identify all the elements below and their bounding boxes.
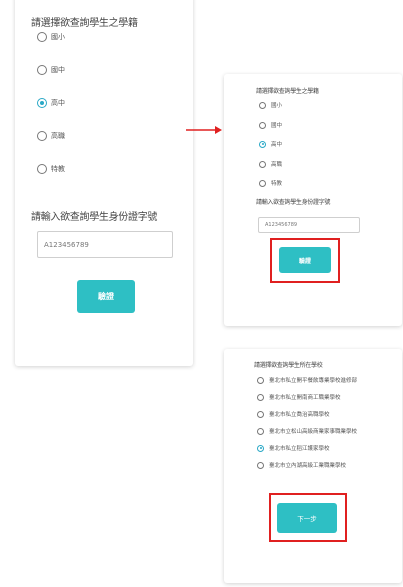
radio-button[interactable]: [259, 121, 266, 129]
status-option-vocational[interactable]: 高職: [259, 160, 282, 168]
radio-button[interactable]: [37, 32, 47, 42]
status-group-title: 請選擇欲查詢學生之學籍: [31, 18, 138, 29]
verify-button[interactable]: 驗證: [77, 280, 135, 313]
school-option[interactable]: 臺北市私立開南商工職業學校: [257, 393, 341, 401]
radio-button-checked[interactable]: [259, 140, 266, 148]
id-field-label: 請輸入欲查詢學生身份證字號: [31, 212, 158, 223]
arrow-right-icon: [186, 126, 222, 134]
radio-button[interactable]: [257, 393, 264, 401]
status-group-title: 請選擇欲查詢學生之學籍: [256, 88, 319, 95]
status-option-elementary[interactable]: 國小: [259, 101, 282, 109]
status-option-junior[interactable]: 國中: [37, 65, 65, 75]
status-option-special[interactable]: 特教: [37, 164, 65, 174]
school-option[interactable]: 臺北市私立喬治高職學校: [257, 410, 330, 418]
verify-highlight-box: [270, 238, 340, 283]
school-option-selected[interactable]: 臺北市私立稻江護家學校: [257, 444, 330, 452]
next-step-highlight-box: [269, 493, 347, 542]
id-number-input[interactable]: A123456789: [37, 231, 173, 258]
status-option-senior[interactable]: 高中: [259, 140, 282, 148]
status-option-junior[interactable]: 國中: [259, 121, 282, 129]
school-select-card: 請選擇欲查詢學生所在學校 臺北市私立開平餐飲專業學校進修部 臺北市私立開南商工職…: [224, 349, 402, 583]
radio-button[interactable]: [37, 65, 47, 75]
radio-button[interactable]: [37, 131, 47, 141]
radio-button-checked[interactable]: [257, 444, 264, 452]
school-group-title: 請選擇欲查詢學生所在學校: [254, 362, 323, 369]
student-status-card-zoomed: 請選擇欲查詢學生之學籍 國小 國中 高中 高職 特教 請輸入欲查詢學生身份證字號…: [224, 74, 402, 326]
school-option[interactable]: 臺北市立內湖高級工業職業學校: [257, 461, 346, 469]
radio-button[interactable]: [37, 164, 47, 174]
radio-button[interactable]: [257, 461, 264, 469]
status-option-vocational[interactable]: 高職: [37, 131, 65, 141]
school-option[interactable]: 臺北市立松山高級商業家事職業學校: [257, 427, 357, 435]
radio-button[interactable]: [259, 160, 266, 168]
radio-button[interactable]: [257, 376, 264, 384]
id-number-input[interactable]: A123456789: [258, 217, 360, 233]
radio-button[interactable]: [257, 410, 264, 418]
radio-button[interactable]: [257, 427, 264, 435]
radio-button[interactable]: [259, 179, 266, 187]
status-option-special[interactable]: 特教: [259, 179, 282, 187]
school-option[interactable]: 臺北市私立開平餐飲專業學校進修部: [257, 376, 357, 384]
status-option-elementary[interactable]: 國小: [37, 32, 65, 42]
student-status-card: 請選擇欲查詢學生之學籍 國小 國中 高中 高職 特教 請輸入欲查詢學生身份證字號…: [15, 0, 193, 366]
radio-button[interactable]: [259, 101, 266, 109]
id-field-label: 請輸入欲查詢學生身份證字號: [256, 199, 331, 206]
radio-button-checked[interactable]: [37, 98, 47, 108]
status-option-senior[interactable]: 高中: [37, 98, 65, 108]
